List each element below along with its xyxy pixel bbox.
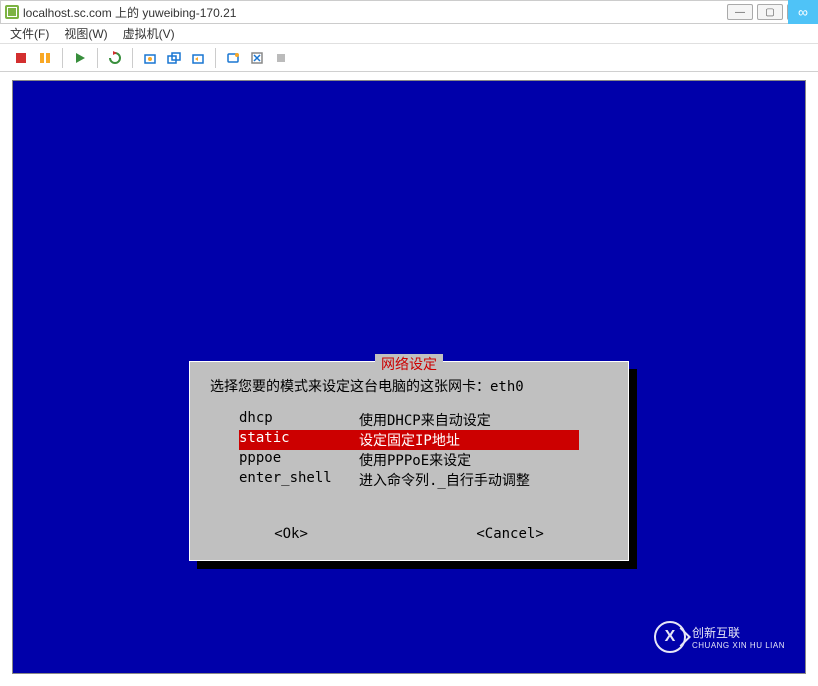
- option-dhcp[interactable]: dhcp 使用DHCP来自动设定: [239, 410, 579, 430]
- menubar: 文件(F) 视图(W) 虚拟机(V): [0, 24, 818, 44]
- option-key: pppoe: [239, 450, 359, 470]
- option-key: static: [239, 430, 359, 450]
- pause-button[interactable]: [34, 47, 56, 69]
- watermark-sub: CHUANG XIN HU LIAN: [692, 641, 785, 650]
- unity-button[interactable]: [270, 47, 292, 69]
- menu-file[interactable]: 文件(F): [10, 25, 49, 42]
- menu-vm[interactable]: 虚拟机(V): [123, 25, 175, 42]
- dialog-title: 网络设定: [375, 354, 443, 374]
- dialog-options: dhcp 使用DHCP来自动设定 static 设定固定IP地址 pppoe 使…: [239, 410, 579, 490]
- option-static[interactable]: static 设定固定IP地址: [239, 430, 579, 450]
- minimize-button[interactable]: —: [727, 4, 753, 20]
- option-key: enter_shell: [239, 470, 359, 490]
- option-pppoe[interactable]: pppoe 使用PPPoE来设定: [239, 450, 579, 470]
- restart-button[interactable]: [104, 47, 126, 69]
- snapshot-button[interactable]: [139, 47, 161, 69]
- menu-view[interactable]: 视图(W): [64, 25, 107, 42]
- watermark-text: 创新互联 CHUANG XIN HU LIAN: [692, 624, 785, 650]
- toolbar: [0, 44, 818, 72]
- dialog-buttons: <Ok> <Cancel>: [190, 526, 628, 542]
- option-enter-shell[interactable]: enter_shell 进入命令列._自行手动调整: [239, 470, 579, 490]
- option-desc: 设定固定IP地址: [359, 430, 460, 450]
- dialog-prompt: 选择您要的模式来设定这台电脑的这张网卡：eth0: [210, 376, 628, 396]
- vmware-icon: [5, 5, 19, 19]
- toolbar-separator: [132, 48, 133, 68]
- revert-snapshot-button[interactable]: [187, 47, 209, 69]
- cancel-button[interactable]: <Cancel>: [476, 526, 543, 542]
- window-title: localhost.sc.com 上的 yuweibing-170.21: [23, 4, 236, 21]
- option-key: dhcp: [239, 410, 359, 430]
- fullscreen-button[interactable]: [246, 47, 268, 69]
- watermark-name: 创新互联: [692, 624, 785, 641]
- toolbar-separator: [97, 48, 98, 68]
- toolbar-separator: [62, 48, 63, 68]
- snapshot-manager-button[interactable]: [163, 47, 185, 69]
- window-titlebar: localhost.sc.com 上的 yuweibing-170.21 — ▢…: [0, 0, 818, 24]
- titlebar-left: localhost.sc.com 上的 yuweibing-170.21: [5, 4, 236, 21]
- send-cad-button[interactable]: [222, 47, 244, 69]
- power-off-button[interactable]: [10, 47, 32, 69]
- vm-console[interactable]: 网络设定 选择您要的模式来设定这台电脑的这张网卡：eth0 dhcp 使用DHC…: [12, 80, 806, 674]
- network-settings-dialog: 网络设定 选择您要的模式来设定这台电脑的这张网卡：eth0 dhcp 使用DHC…: [189, 361, 629, 561]
- play-button[interactable]: [69, 47, 91, 69]
- option-desc: 使用PPPoE来设定: [359, 450, 471, 470]
- maximize-button[interactable]: ▢: [757, 4, 783, 20]
- ok-button[interactable]: <Ok>: [274, 526, 308, 542]
- watermark-logo-icon: X: [654, 621, 686, 653]
- option-desc: 进入命令列._自行手动调整: [359, 470, 530, 490]
- cloud-sync-icon[interactable]: ∞: [788, 0, 818, 24]
- watermark: X 创新互联 CHUANG XIN HU LIAN: [654, 621, 785, 653]
- toolbar-separator: [215, 48, 216, 68]
- dialog-wrap: 网络设定 选择您要的模式来设定这台电脑的这张网卡：eth0 dhcp 使用DHC…: [189, 361, 629, 561]
- option-desc: 使用DHCP来自动设定: [359, 410, 491, 430]
